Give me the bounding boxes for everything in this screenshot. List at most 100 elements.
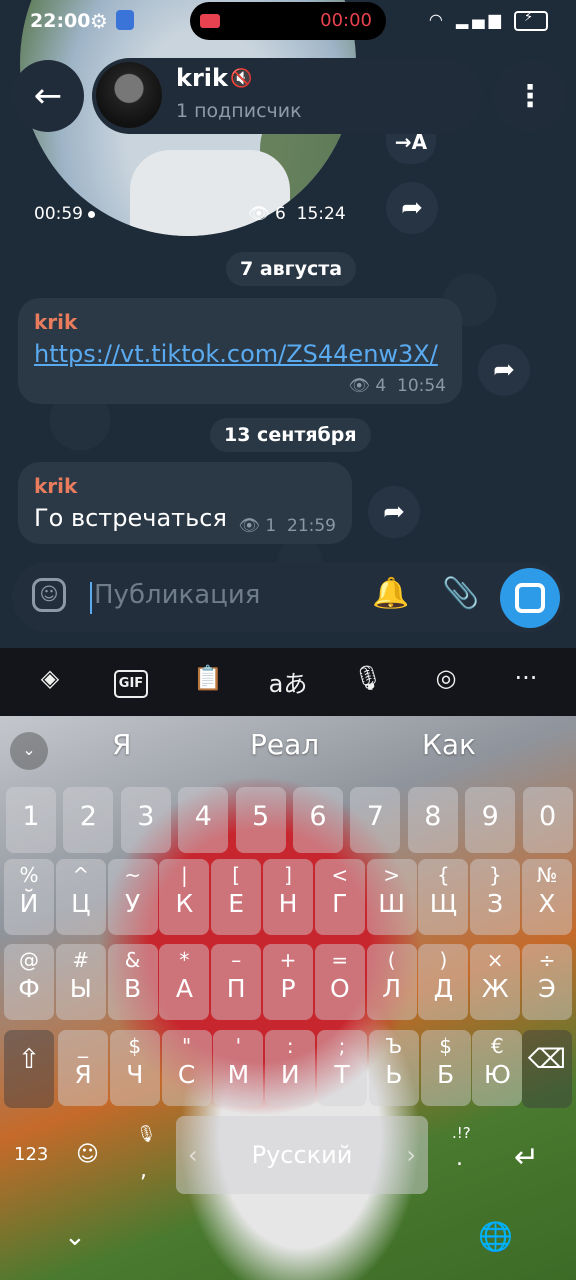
- key[interactable]: # Ы: [55, 944, 106, 1020]
- suggestion[interactable]: Я: [112, 728, 131, 761]
- key[interactable]: @ Ф: [4, 944, 54, 1020]
- key[interactable]: 9: [465, 787, 516, 853]
- comma-key[interactable]: ,: [140, 1158, 147, 1183]
- key[interactable]: > Ш: [366, 859, 417, 935]
- punctuation-key[interactable]: .!?: [452, 1124, 471, 1142]
- key[interactable]: * А: [159, 944, 210, 1020]
- message-meta: 👁 4 10:54: [348, 376, 446, 396]
- key[interactable]: $ Б: [420, 1030, 471, 1106]
- key-letter: Й: [19, 889, 39, 918]
- key-letter: С: [177, 1060, 196, 1089]
- key[interactable]: – П: [211, 944, 262, 1020]
- key-letter: Ц: [71, 889, 91, 918]
- key[interactable]: = О: [314, 944, 365, 1020]
- suggestion[interactable]: Реал: [250, 728, 319, 761]
- key[interactable]: $ Ч: [109, 1030, 160, 1106]
- message-link[interactable]: https://vt.tiktok.com/ZS44enw3X/: [34, 340, 438, 368]
- key-label: 9: [481, 801, 499, 832]
- key[interactable]: {Щ: [418, 859, 469, 935]
- message-author: krik: [34, 310, 78, 334]
- key[interactable]: ~ У: [107, 859, 158, 935]
- chevron-down-icon[interactable]: ⌄: [10, 732, 48, 770]
- key-symbol: <: [331, 863, 349, 887]
- key[interactable]: (Л: [366, 944, 417, 1020]
- key[interactable]: < Г: [314, 859, 365, 935]
- key[interactable]: _ Я: [58, 1030, 108, 1106]
- suggestion[interactable]: Как: [422, 728, 476, 761]
- key[interactable]: & В: [107, 944, 158, 1020]
- camera-button[interactable]: [500, 568, 560, 628]
- key[interactable]: 5: [235, 787, 286, 853]
- copilot-icon[interactable]: ◈: [30, 664, 70, 692]
- avatar[interactable]: [96, 62, 162, 128]
- globe-icon[interactable]: ◎: [426, 664, 466, 692]
- channel-header[interactable]: krik 🔇 1 подписчик: [92, 58, 482, 134]
- key-letter: Я: [74, 1060, 92, 1089]
- paperclip-icon[interactable]: 📎: [442, 576, 479, 611]
- backspace-key[interactable]: ⌫: [522, 1030, 572, 1108]
- forward-message-button[interactable]: ➦: [478, 344, 530, 396]
- key[interactable]: % Й: [4, 859, 54, 935]
- key[interactable]: ЪЬ: [368, 1030, 419, 1106]
- key[interactable]: [Е: [211, 859, 262, 935]
- key-letter: Т: [334, 1060, 350, 1089]
- globe-icon[interactable]: 🌐: [478, 1220, 513, 1253]
- key[interactable]: № Х: [522, 859, 572, 935]
- voice-input-icon[interactable]: 🎙: [136, 1124, 156, 1143]
- key[interactable]: 7: [350, 787, 401, 853]
- more-menu-button[interactable]: ⋮: [494, 60, 566, 132]
- eye-icon: 👁: [238, 516, 260, 536]
- key[interactable]: 3: [120, 787, 171, 853]
- screen-record-pill[interactable]: 00:00: [190, 2, 386, 40]
- key[interactable]: " С: [161, 1030, 212, 1106]
- key[interactable]: × Ж: [470, 944, 521, 1020]
- chevron-left-icon: ‹: [188, 1141, 198, 1169]
- key[interactable]: 6: [293, 787, 343, 853]
- microphone-icon[interactable]: 🎙: [348, 664, 388, 692]
- space-bar[interactable]: ‹ Русский ›: [176, 1116, 428, 1194]
- key[interactable]: 2: [63, 787, 114, 853]
- message-input[interactable]: Публикация: [94, 580, 260, 610]
- key[interactable]: ÷ Э: [522, 944, 572, 1020]
- message-bubble[interactable]: krik Го встречаться 👁 1 21:59: [18, 462, 352, 544]
- key[interactable]: 4: [178, 787, 229, 853]
- hide-keyboard-icon[interactable]: ⌄: [64, 1222, 86, 1252]
- key[interactable]: :И: [265, 1030, 316, 1106]
- emoji-icon[interactable]: ☺: [76, 1142, 99, 1167]
- message-bubble[interactable]: krik https://vt.tiktok.com/ZS44enw3X/ 👁 …: [18, 298, 462, 404]
- date-separator: 13 сентября: [210, 418, 371, 452]
- period-key[interactable]: .: [456, 1146, 463, 1171]
- key[interactable]: € Ю: [472, 1030, 523, 1106]
- translate-icon[interactable]: aあ: [268, 664, 308, 699]
- shift-key[interactable]: ⇧: [4, 1030, 54, 1108]
- bell-icon[interactable]: 🔔: [372, 576, 409, 611]
- key[interactable]: ] Н: [263, 859, 313, 935]
- key-label: 1: [22, 801, 40, 832]
- key[interactable]: 0: [522, 787, 573, 853]
- key-symbol: >: [383, 863, 400, 887]
- key[interactable]: 8: [407, 787, 458, 853]
- key[interactable]: ; Т: [317, 1030, 367, 1106]
- enter-icon[interactable]: ↵: [514, 1140, 539, 1175]
- key[interactable]: } З: [470, 859, 521, 935]
- key-symbol: ): [439, 948, 448, 972]
- video-meta: 👁 6 15:24: [248, 204, 346, 224]
- key[interactable]: 1: [6, 787, 56, 853]
- key[interactable]: ) Д: [418, 944, 469, 1020]
- numbers-key[interactable]: 123: [14, 1144, 48, 1165]
- back-button[interactable]: ←: [12, 60, 84, 132]
- key[interactable]: ^ Ц: [55, 859, 106, 935]
- key-letter: Ш: [378, 889, 405, 918]
- clipboard-icon[interactable]: 📋: [188, 664, 228, 692]
- share-arrow-icon: ➦: [493, 355, 515, 385]
- key[interactable]: + Р: [263, 944, 313, 1020]
- clock: 22:00: [30, 10, 91, 32]
- gif-icon[interactable]: GIF: [114, 670, 148, 698]
- more-options-icon[interactable]: ···: [506, 664, 546, 692]
- key[interactable]: ' М: [213, 1030, 264, 1106]
- key[interactable]: | К: [159, 859, 210, 935]
- forward-message-button[interactable]: ➦: [368, 486, 420, 538]
- forward-video-button[interactable]: ➦: [386, 182, 438, 234]
- sticker-icon[interactable]: ☺: [32, 578, 66, 612]
- key-letter: П: [226, 974, 246, 1003]
